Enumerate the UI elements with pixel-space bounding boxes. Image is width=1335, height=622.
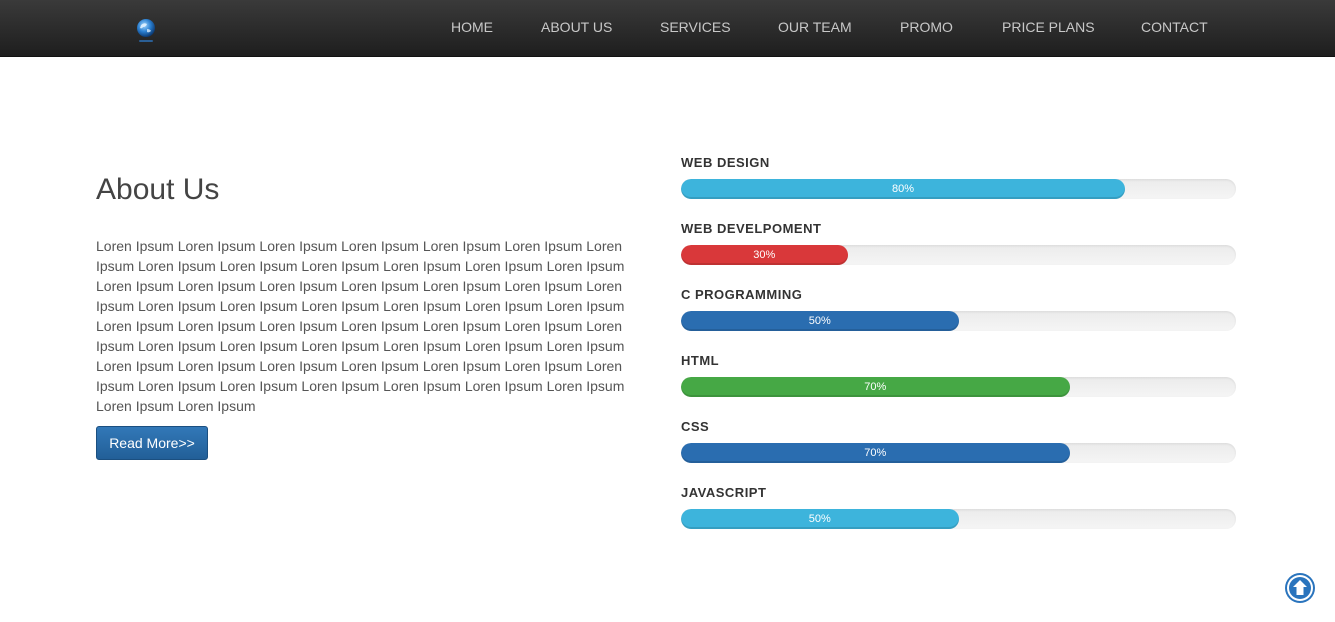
progress-track: 30% (681, 245, 1236, 265)
skill-name: JAVASCRIPT (681, 485, 767, 500)
globe-logo-icon[interactable] (131, 16, 161, 46)
scroll-to-top-button[interactable] (1285, 573, 1315, 603)
arrow-up-circle-icon (1287, 575, 1313, 601)
nav-our-team[interactable]: OUR TEAM (778, 19, 852, 35)
progress-fill: 80% (681, 179, 1125, 199)
skill-web-design: WEB DESIGN 80% (681, 155, 1236, 199)
progress-fill: 70% (681, 377, 1070, 397)
progress-track: 70% (681, 377, 1236, 397)
progress-fill: 30% (681, 245, 848, 265)
skill-css: CSS 70% (681, 419, 1236, 463)
progress-track: 70% (681, 443, 1236, 463)
about-text: Loren Ipsum Loren Ipsum Loren Ipsum Lore… (96, 238, 625, 414)
nav-promo[interactable]: PROMO (900, 19, 953, 35)
skill-name: WEB DESIGN (681, 155, 770, 170)
skill-name: WEB DEVELPOMENT (681, 221, 822, 236)
nav-about-us[interactable]: ABOUT US (541, 19, 612, 35)
progress-fill: 70% (681, 443, 1070, 463)
about-title: About Us (96, 173, 220, 206)
progress-fill: 50% (681, 509, 959, 529)
top-navigation-bar: HOME ABOUT US SERVICES OUR TEAM PROMO PR… (0, 0, 1335, 57)
skill-html: HTML 70% (681, 353, 1236, 397)
read-more-button[interactable]: Read More>> (96, 426, 208, 460)
nav-price-plans[interactable]: PRICE PLANS (1002, 19, 1095, 35)
nav-home[interactable]: HOME (451, 19, 493, 35)
progress-track: 50% (681, 311, 1236, 331)
skill-javascript: JAVASCRIPT 50% (681, 485, 1236, 529)
skill-name: HTML (681, 353, 720, 368)
progress-track: 50% (681, 509, 1236, 529)
skill-c-programming: C PROGRAMMING 50% (681, 287, 1236, 331)
skill-name: C PROGRAMMING (681, 287, 803, 302)
progress-track: 80% (681, 179, 1236, 199)
nav-contact[interactable]: CONTACT (1141, 19, 1208, 35)
progress-fill: 50% (681, 311, 959, 331)
nav-services[interactable]: SERVICES (660, 19, 731, 35)
skill-web-development: WEB DEVELPOMENT 30% (681, 221, 1236, 265)
skill-name: CSS (681, 419, 710, 434)
